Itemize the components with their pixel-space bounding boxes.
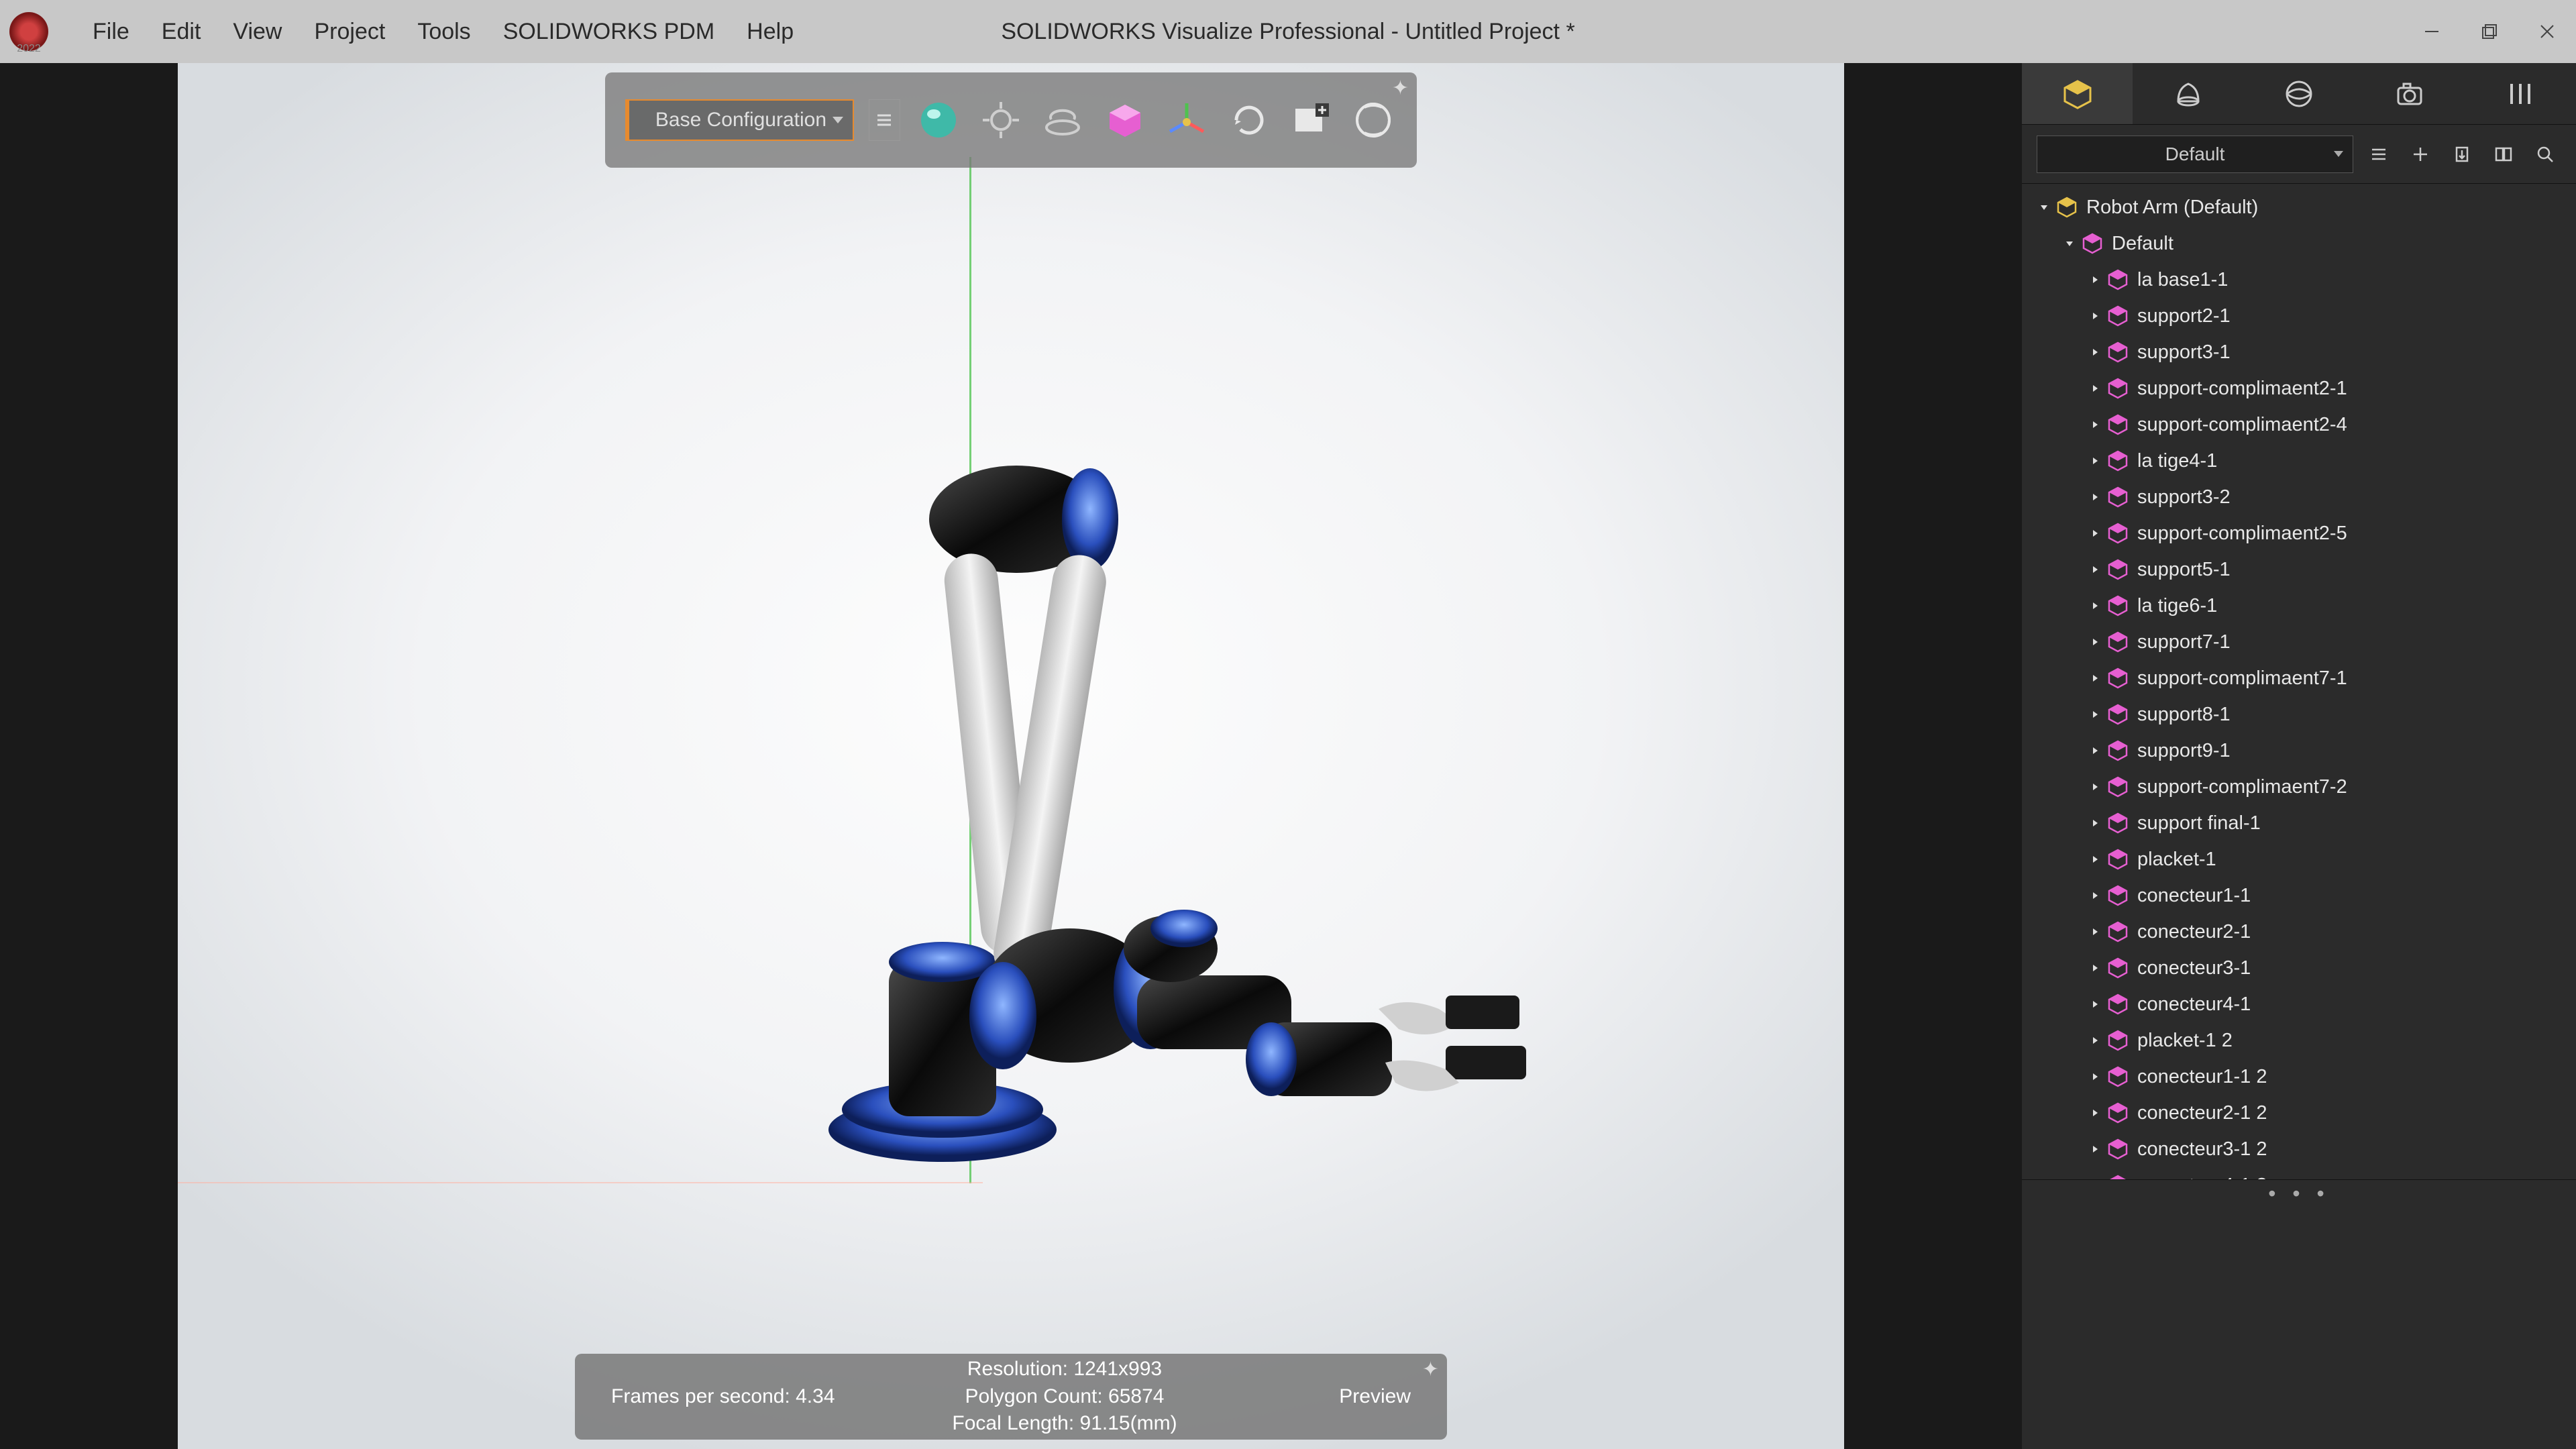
minimize-button[interactable] <box>2403 0 2461 63</box>
tree-part[interactable]: conecteur3-1 <box>2022 950 2576 986</box>
tree-part[interactable]: conecteur2-1 <box>2022 914 2576 950</box>
tree-part[interactable]: support-complimaent7-1 <box>2022 660 2576 696</box>
focal-value: 91.15(mm) <box>1080 1412 1177 1434</box>
configuration-dropdown[interactable]: Base Configuration <box>625 99 854 141</box>
tree-part[interactable]: support-complimaent2-1 <box>2022 370 2576 407</box>
tree-part[interactable]: support3-2 <box>2022 479 2576 515</box>
configuration-list-button[interactable] <box>869 99 900 141</box>
polycount-value: 65874 <box>1108 1385 1164 1407</box>
sphere-appearance-icon[interactable] <box>915 96 963 144</box>
tree-more[interactable]: • • • <box>2022 1179 2576 1208</box>
tab-libraries[interactable] <box>2465 63 2576 124</box>
tree-part[interactable]: conecteur1-1 <box>2022 877 2576 914</box>
menu-edit[interactable]: Edit <box>146 19 217 45</box>
status-overlay: ✦ Frames per second: 4.34 Resolution: 12… <box>575 1354 1447 1440</box>
maximize-button[interactable] <box>2461 0 2518 63</box>
tree-part[interactable]: conecteur1-1 2 <box>2022 1059 2576 1095</box>
tree-part[interactable]: conecteur2-1 2 <box>2022 1095 2576 1131</box>
menu-pdm[interactable]: SOLIDWORKS PDM <box>487 19 731 45</box>
fps-value: 4.34 <box>796 1385 835 1407</box>
tree-part[interactable]: support final-1 <box>2022 805 2576 841</box>
resolution-value: 1241x993 <box>1073 1358 1162 1380</box>
menubar: File Edit View Project Tools SOLIDWORKS … <box>76 19 810 45</box>
model-robot-arm[interactable] <box>822 439 1573 1177</box>
tree-part[interactable]: conecteur4-1 2 <box>2022 1167 2576 1179</box>
search-button[interactable] <box>2529 136 2561 173</box>
panel-tabs <box>2022 63 2576 125</box>
tab-appearances[interactable] <box>2133 63 2243 124</box>
list-view-button[interactable] <box>2363 136 2395 173</box>
tree-group[interactable]: Default <box>2022 225 2576 262</box>
magic-box-icon[interactable] <box>1101 96 1148 144</box>
menu-tools[interactable]: Tools <box>401 19 486 45</box>
panel-toolbar: Default <box>2022 125 2576 184</box>
window-controls <box>2403 0 2576 63</box>
tree-part[interactable]: placket-1 <box>2022 841 2576 877</box>
menu-view[interactable]: View <box>217 19 298 45</box>
split-view-button[interactable] <box>2487 136 2520 173</box>
resolution-label: Resolution: <box>967 1358 1073 1380</box>
app-icon <box>9 12 48 51</box>
turntable-icon[interactable] <box>1039 96 1087 144</box>
tab-environments[interactable] <box>2243 63 2354 124</box>
add-button[interactable] <box>2404 136 2436 173</box>
pin-icon[interactable]: ✦ <box>1422 1358 1439 1381</box>
tab-cameras[interactable] <box>2355 63 2465 124</box>
viewport-area: ✦ Base Configuration ✦ Frames per second… <box>0 63 2022 1449</box>
pin-icon[interactable]: ✦ <box>1392 76 1409 100</box>
tree-part[interactable]: conecteur3-1 2 <box>2022 1131 2576 1167</box>
tree-part[interactable]: support2-1 <box>2022 298 2576 334</box>
refresh-icon[interactable] <box>1225 96 1273 144</box>
configuration-label: Base Configuration <box>655 109 826 131</box>
model-tree[interactable]: Robot Arm (Default)Defaultla base1-1supp… <box>2022 184 2576 1179</box>
add-media-icon[interactable] <box>1287 96 1335 144</box>
tree-part[interactable]: support3-1 <box>2022 334 2576 370</box>
menu-project[interactable]: Project <box>298 19 401 45</box>
render-icon[interactable] <box>1349 96 1397 144</box>
window-title: SOLIDWORKS Visualize Professional - Unti… <box>1001 19 1574 45</box>
import-button[interactable] <box>2446 136 2478 173</box>
tree-part[interactable]: support-complimaent7-2 <box>2022 769 2576 805</box>
viewport-toolbar: ✦ Base Configuration <box>605 72 1417 168</box>
render-mode: Preview <box>1236 1385 1411 1408</box>
tree-part[interactable]: support9-1 <box>2022 733 2576 769</box>
tree-part[interactable]: support5-1 <box>2022 551 2576 588</box>
axis-x <box>178 1182 983 1183</box>
tree-part[interactable]: placket-1 2 <box>2022 1022 2576 1059</box>
close-button[interactable] <box>2518 0 2576 63</box>
tree-part[interactable]: support7-1 <box>2022 624 2576 660</box>
menu-help[interactable]: Help <box>731 19 810 45</box>
tree-part[interactable]: la base1-1 <box>2022 262 2576 298</box>
preset-label: Default <box>2165 144 2225 165</box>
tab-models[interactable] <box>2022 63 2133 124</box>
titlebar: File Edit View Project Tools SOLIDWORKS … <box>0 0 2576 63</box>
preset-dropdown[interactable]: Default <box>2037 136 2353 173</box>
tree-root[interactable]: Robot Arm (Default) <box>2022 189 2576 225</box>
tree-part[interactable]: la tige6-1 <box>2022 588 2576 624</box>
world-axes-icon[interactable] <box>1163 96 1211 144</box>
right-panel: Default Robot Arm (Default)Defaultla bas… <box>2022 63 2576 1449</box>
isolate-icon[interactable] <box>977 96 1024 144</box>
tree-part[interactable]: support-complimaent2-4 <box>2022 407 2576 443</box>
tree-part[interactable]: conecteur4-1 <box>2022 986 2576 1022</box>
tree-part[interactable]: la tige4-1 <box>2022 443 2576 479</box>
polycount-label: Polygon Count: <box>965 1385 1108 1407</box>
focal-label: Focal Length: <box>952 1412 1079 1434</box>
fps-label: Frames per second: <box>611 1385 796 1407</box>
tree-part[interactable]: support-complimaent2-5 <box>2022 515 2576 551</box>
tree-part[interactable]: support8-1 <box>2022 696 2576 733</box>
menu-file[interactable]: File <box>76 19 146 45</box>
viewport-3d[interactable]: ✦ Base Configuration ✦ Frames per second… <box>178 63 1844 1449</box>
